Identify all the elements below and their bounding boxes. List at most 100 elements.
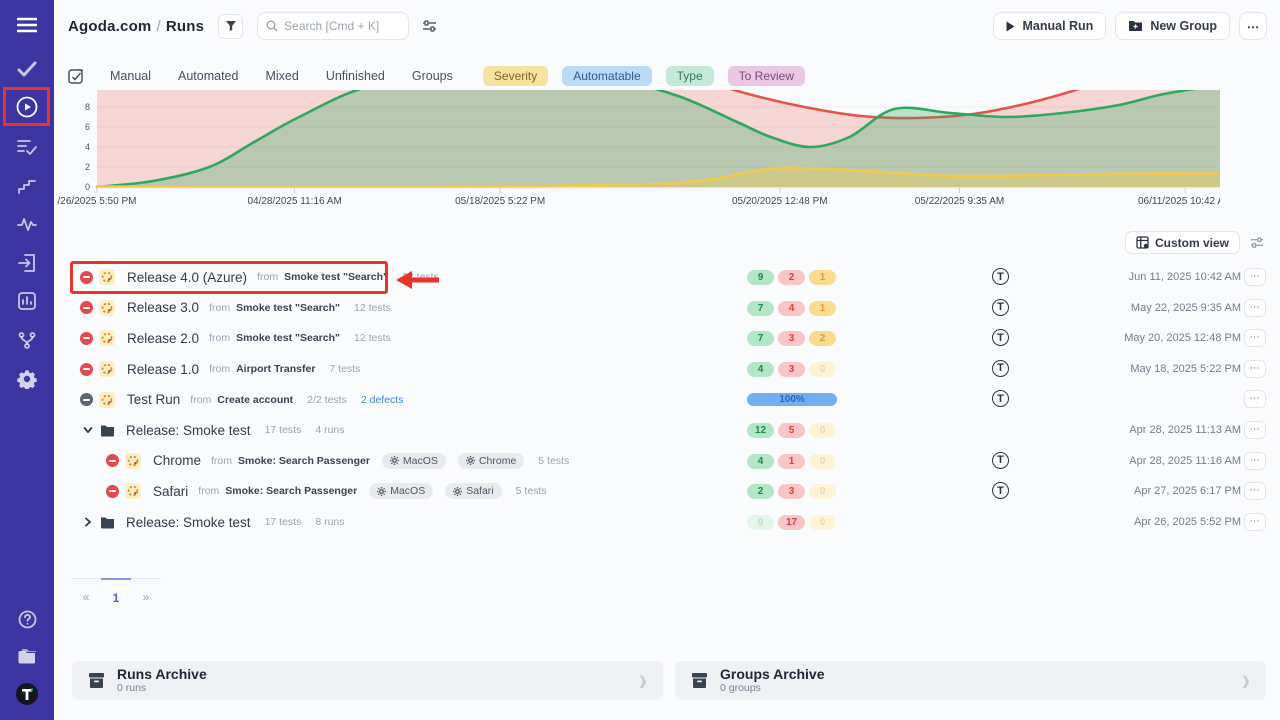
row-more-button[interactable]: ⋯ <box>1244 390 1266 408</box>
row-more-button[interactable]: ⋯ <box>1244 299 1266 317</box>
group-name[interactable]: Release: Smoke test <box>126 423 251 438</box>
svg-text:05/18/2025 5:22 PM: 05/18/2025 5:22 PM <box>455 196 545 207</box>
run-source: Create account <box>217 394 293 406</box>
row-more-button[interactable]: ⋯ <box>1244 513 1266 531</box>
custom-view-button[interactable]: Custom view <box>1125 231 1240 254</box>
survey-icon[interactable] <box>68 68 85 85</box>
env-tag-label: Chrome <box>479 455 516 467</box>
filter-chip-to-review[interactable]: To Review <box>728 66 805 86</box>
groups-archive-card[interactable]: Groups Archive 0 groups › <box>675 661 1266 700</box>
row-more-button[interactable]: ⋯ <box>1244 360 1266 378</box>
branch-icon[interactable] <box>0 325 54 355</box>
new-group-button[interactable]: New Group <box>1115 12 1230 40</box>
env-tag: MacOS <box>382 453 446 469</box>
tasks-check-icon[interactable] <box>0 54 54 84</box>
results-list-icon[interactable] <box>0 132 54 162</box>
run-name[interactable]: Release 2.0 <box>127 331 199 346</box>
help-icon[interactable] <box>0 604 54 634</box>
gear-icon <box>390 456 399 465</box>
chevron-down-icon[interactable] <box>82 424 94 436</box>
view-settings-icon[interactable] <box>1250 236 1264 249</box>
manual-run-button[interactable]: Manual Run <box>993 12 1106 40</box>
pulse-icon[interactable] <box>0 209 54 239</box>
badge-pass: 4 <box>747 362 774 377</box>
pagination-next[interactable]: » <box>131 578 161 605</box>
row-more-button[interactable]: ⋯ <box>1244 452 1266 470</box>
run-name[interactable]: Release 3.0 <box>127 300 199 315</box>
defects-link[interactable]: 2 defects <box>361 394 404 406</box>
run-name[interactable]: Release 4.0 (Azure) <box>127 270 247 285</box>
filter-button[interactable] <box>218 14 243 39</box>
badge-fail: 5 <box>778 423 805 438</box>
pagination-prev[interactable]: « <box>71 578 101 605</box>
result-badges: 0170 <box>747 515 836 530</box>
run-row[interactable]: Release 2.0fromSmoke test "Search"12 tes… <box>54 323 1280 354</box>
menu-icon[interactable] <box>0 10 54 40</box>
steps-icon[interactable] <box>0 171 54 201</box>
run-row[interactable]: ChromefromSmoke: Search PassengerMacOSCh… <box>54 446 1280 477</box>
row-more-button[interactable]: ⋯ <box>1244 482 1266 500</box>
env-tag-label: Safari <box>466 485 493 497</box>
runs-play-icon[interactable] <box>0 92 54 122</box>
run-name[interactable]: Safari <box>153 484 188 499</box>
folder-icon <box>100 424 115 437</box>
tab-manual[interactable]: Manual <box>110 69 151 83</box>
runs-trend-chart[interactable]: 02468/26/2025 5:50 PM04/28/2025 11:16 AM… <box>54 90 1220 212</box>
folder-icon <box>100 516 115 529</box>
from-label: from <box>209 363 230 375</box>
run-name[interactable]: Test Run <box>127 392 180 407</box>
archive-title: Groups Archive <box>720 667 825 682</box>
group-row[interactable]: Release: Smoke test17 tests8 runs0170Apr… <box>54 507 1280 538</box>
run-source: Smoke test "Search" <box>236 302 340 314</box>
projects-folder-icon[interactable] <box>0 641 54 671</box>
import-icon[interactable] <box>0 248 54 278</box>
row-more-button[interactable]: ⋯ <box>1244 329 1266 347</box>
t-logo-icon: T <box>992 390 1009 407</box>
filter-chip-automatable[interactable]: Automatable <box>562 66 651 86</box>
tests-count: 12 tests <box>402 271 439 283</box>
runs-archive-card[interactable]: Runs Archive 0 runs › <box>72 661 663 700</box>
group-row[interactable]: Release: Smoke test17 tests4 runs1250Apr… <box>54 415 1280 446</box>
row-more-button[interactable]: ⋯ <box>1244 421 1266 439</box>
settings-gear-icon[interactable] <box>0 364 54 394</box>
run-date: Apr 27, 2025 6:17 PM <box>1134 485 1241 497</box>
badge-skip-faded: 0 <box>809 484 836 499</box>
group-name[interactable]: Release: Smoke test <box>126 515 251 530</box>
testomat-logo-icon[interactable] <box>0 679 54 709</box>
chevron-right-icon[interactable] <box>82 516 94 528</box>
group-tests-count: 17 tests <box>265 424 302 436</box>
run-row[interactable]: SafarifromSmoke: Search PassengerMacOSSa… <box>54 476 1280 507</box>
tab-automated[interactable]: Automated <box>178 69 238 83</box>
more-icon: ⋯ <box>1247 19 1260 34</box>
group-tests-count: 17 tests <box>265 516 302 528</box>
filter-chip-type[interactable]: Type <box>666 66 714 86</box>
gear-icon <box>466 456 475 465</box>
group-runs-count: 4 runs <box>315 424 344 436</box>
row-more-button[interactable]: ⋯ <box>1244 268 1266 286</box>
new-group-label: New Group <box>1150 19 1217 33</box>
badge-pass: 7 <box>747 331 774 346</box>
header-more-button[interactable]: ⋯ <box>1239 12 1267 40</box>
svg-text:05/20/2025 12:48 PM: 05/20/2025 12:48 PM <box>732 196 828 207</box>
run-row[interactable]: Release 4.0 (Azure)fromSmoke test "Searc… <box>54 262 1280 293</box>
analytics-icon[interactable] <box>0 286 54 316</box>
badge-fail: 3 <box>778 362 805 377</box>
run-row[interactable]: Release 1.0fromAirport Transfer7 tests43… <box>54 354 1280 385</box>
run-name[interactable]: Release 1.0 <box>127 362 199 377</box>
tab-mixed[interactable]: Mixed <box>265 69 298 83</box>
tab-unfinished[interactable]: Unfinished <box>326 69 385 83</box>
run-name[interactable]: Chrome <box>153 453 201 468</box>
archive-box-icon <box>88 672 105 689</box>
chevron-right-icon: › <box>1242 665 1250 696</box>
status-icon <box>80 301 93 314</box>
sliders-icon[interactable] <box>422 19 437 33</box>
breadcrumb-project[interactable]: Agoda.com <box>68 18 151 35</box>
search-input[interactable] <box>284 19 394 33</box>
tab-groups[interactable]: Groups <box>412 69 453 83</box>
run-date: May 22, 2025 9:35 AM <box>1131 302 1241 314</box>
run-row[interactable]: Release 3.0fromSmoke test "Search"12 tes… <box>54 293 1280 324</box>
status-icon <box>80 393 93 406</box>
filter-chip-severity[interactable]: Severity <box>483 66 548 86</box>
run-row[interactable]: Test RunfromCreate account2/2 tests2 def… <box>54 384 1280 415</box>
pagination-page-1[interactable]: 1 <box>101 578 131 605</box>
